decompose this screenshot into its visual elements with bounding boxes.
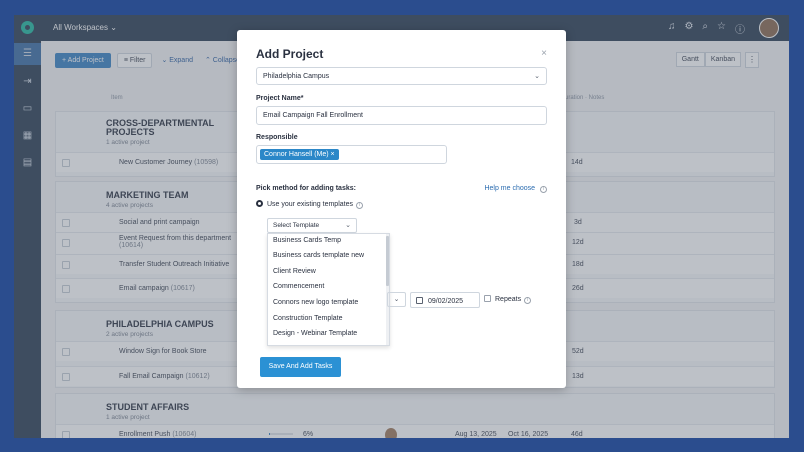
help-link-text: Help me choose: [484, 185, 536, 192]
project-name-value: Email Campaign Fall Enrollment: [263, 112, 363, 119]
start-date-field[interactable]: 09/02/2025: [410, 292, 480, 308]
responsible-label: Responsible: [256, 134, 298, 141]
start-date-value: 09/02/2025: [428, 298, 464, 305]
close-button[interactable]: ×: [541, 48, 547, 59]
repeats-option[interactable]: Repeats i: [484, 295, 532, 304]
add-project-modal: Add Project × Philadelphia Campus ⌄ Proj…: [237, 30, 566, 388]
chip-remove-icon[interactable]: ×: [331, 151, 335, 158]
template-option[interactable]: Connors new logo template: [273, 299, 358, 306]
use-templates-option[interactable]: Use your existing templates i: [256, 200, 363, 209]
use-templates-label: Use your existing templates: [267, 201, 353, 208]
project-name-label: Project Name*: [256, 95, 304, 102]
help-me-choose-link[interactable]: Help me choose i: [484, 185, 547, 193]
responsible-field[interactable]: Connor Hansell (Me) ×: [256, 145, 447, 164]
template-option[interactable]: Construction Template: [273, 315, 343, 322]
responsible-chip[interactable]: Connor Hansell (Me) ×: [260, 149, 339, 160]
template-option[interactable]: Client Review: [273, 268, 316, 275]
pick-method-label: Pick method for adding tasks:: [256, 185, 356, 192]
template-option[interactable]: Design - Webinar Template: [273, 330, 357, 337]
template-option[interactable]: Commencement: [273, 283, 324, 290]
template-option[interactable]: Business cards template new: [273, 252, 364, 259]
workspace-value: Philadelphia Campus: [263, 73, 330, 80]
workspace-select[interactable]: Philadelphia Campus ⌄: [256, 67, 547, 85]
project-name-input[interactable]: Email Campaign Fall Enrollment: [256, 106, 547, 125]
template-select[interactable]: Select Template ⌄: [267, 218, 357, 233]
scrollbar-thumb[interactable]: [386, 236, 389, 286]
chevron-down-icon: ⌄: [534, 73, 540, 80]
repeats-label: Repeats: [495, 296, 522, 303]
radio-selected[interactable]: [256, 200, 263, 207]
info-icon: i: [355, 202, 363, 209]
calendar-icon: [416, 297, 423, 304]
info-icon: i: [540, 186, 547, 193]
dropdown-scrollbar[interactable]: [386, 234, 389, 345]
chip-label: Connor Hansell (Me): [264, 151, 329, 158]
template-select-value: Select Template: [273, 222, 320, 229]
repeats-checkbox[interactable]: [484, 295, 491, 302]
info-icon: i: [524, 297, 532, 304]
template-option[interactable]: Business Cards Temp: [273, 237, 341, 244]
modal-title: Add Project: [256, 47, 324, 61]
chevron-down-icon[interactable]: ⌄: [387, 292, 406, 307]
save-and-add-tasks-button[interactable]: Save And Add Tasks: [260, 357, 341, 377]
template-dropdown: Business Cards Temp Business cards templ…: [267, 233, 390, 346]
chevron-down-icon: ⌄: [345, 222, 351, 229]
